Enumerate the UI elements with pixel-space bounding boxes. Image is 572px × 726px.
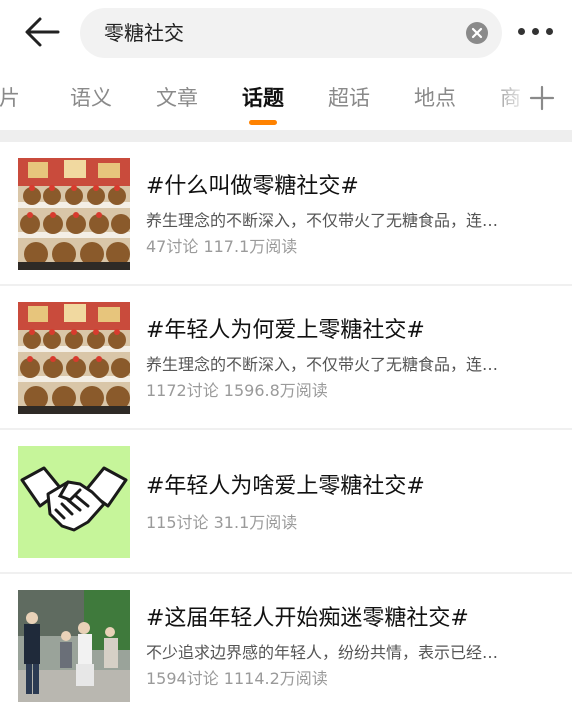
clear-search-button[interactable] bbox=[466, 22, 488, 44]
tab-images[interactable]: 图片 bbox=[0, 84, 20, 112]
people-photo-icon bbox=[18, 590, 130, 702]
topic-item[interactable]: #什么叫做零糖社交# 养生理念的不断深入，不仅带火了无糖食品，连… 47讨论 1… bbox=[0, 142, 572, 286]
tab-articles[interactable]: 文章 bbox=[156, 84, 198, 112]
topic-stats: 1172讨论 1596.8万阅读 bbox=[146, 381, 328, 400]
more-dot-icon bbox=[532, 28, 539, 35]
tab-semantic[interactable]: 语义 bbox=[70, 84, 112, 112]
plush-toys-photo-icon bbox=[18, 158, 130, 270]
tab-places[interactable]: 地点 bbox=[414, 84, 456, 112]
search-query: 零糖社交 bbox=[104, 21, 184, 45]
topic-item[interactable]: #年轻人为啥爱上零糖社交# 115讨论 31.1万阅读 bbox=[0, 430, 572, 574]
topic-stats: 115讨论 31.1万阅读 bbox=[146, 513, 298, 532]
topic-item[interactable]: #年轻人为何爱上零糖社交# 养生理念的不断深入，不仅带火了无糖食品，连… 117… bbox=[0, 286, 572, 430]
topic-stats: 1594讨论 1114.2万阅读 bbox=[146, 669, 328, 688]
topic-description: 不少追求边界感的年轻人，纷纷共情，表示已经… bbox=[146, 643, 499, 662]
active-tab-indicator bbox=[249, 120, 277, 125]
back-button[interactable] bbox=[20, 12, 64, 52]
search-input[interactable]: 零糖社交 bbox=[80, 8, 502, 58]
arrow-left-icon bbox=[25, 17, 60, 47]
category-tabs: 图片 语义 文章 话题 超话 地点 商 bbox=[0, 64, 572, 130]
plus-icon bbox=[529, 85, 555, 111]
more-button[interactable] bbox=[514, 20, 558, 44]
add-tab-button[interactable] bbox=[528, 84, 556, 112]
topic-description: 养生理念的不断深入，不仅带火了无糖食品，连… bbox=[146, 355, 499, 374]
plush-toys-photo-icon bbox=[18, 302, 130, 414]
topic-title: #这届年轻人开始痴迷零糖社交# bbox=[146, 606, 469, 631]
tab-super-topics[interactable]: 超话 bbox=[328, 84, 370, 112]
section-divider bbox=[0, 130, 572, 142]
topic-item[interactable]: #这届年轻人开始痴迷零糖社交# 不少追求边界感的年轻人，纷纷共情，表示已经… 1… bbox=[0, 574, 572, 718]
topic-stats: 47讨论 117.1万阅读 bbox=[146, 237, 298, 256]
tab-topics[interactable]: 话题 bbox=[242, 84, 284, 112]
topic-title: #什么叫做零糖社交# bbox=[146, 174, 359, 199]
close-icon bbox=[471, 27, 483, 39]
topic-title: #年轻人为啥爱上零糖社交# bbox=[146, 474, 425, 499]
handshake-icon bbox=[18, 446, 130, 558]
more-dot-icon bbox=[546, 28, 553, 35]
top-bar: 零糖社交 bbox=[0, 0, 572, 64]
more-dot-icon bbox=[518, 28, 525, 35]
topic-title: #年轻人为何爱上零糖社交# bbox=[146, 318, 425, 343]
tabs-fade bbox=[490, 64, 530, 130]
topic-description: 养生理念的不断深入，不仅带火了无糖食品，连… bbox=[146, 211, 499, 230]
